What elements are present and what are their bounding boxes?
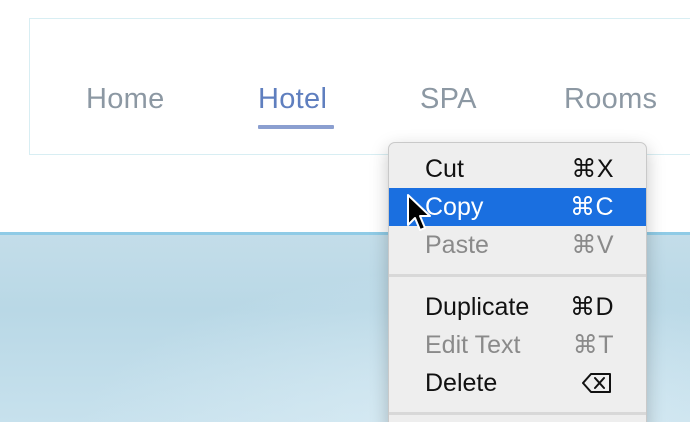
menu-item-shortcut: ⌘V — [571, 231, 614, 259]
menu-item-cut[interactable]: Cut ⌘X — [389, 150, 646, 188]
menu-item-label: Duplicate — [425, 293, 530, 321]
delete-key-icon — [582, 373, 611, 393]
nav-item-home[interactable]: Home — [86, 82, 165, 116]
page: Home Hotel SPA Rooms Cut ⌘X Copy ⌘C Past… — [0, 0, 690, 422]
menu-item-label: Edit Text — [425, 331, 521, 359]
menu-item-shortcut: ⌘T — [572, 331, 614, 359]
nav-item-spa[interactable]: SPA — [420, 82, 477, 116]
active-tab-underline — [258, 125, 334, 129]
menu-item-edit-text: Edit Text ⌘T — [389, 326, 646, 364]
nav-item-hotel[interactable]: Hotel — [258, 82, 327, 116]
nav-item-rooms[interactable]: Rooms — [564, 82, 657, 116]
menu-separator — [389, 412, 646, 415]
menu-separator — [389, 274, 646, 277]
arrow-cursor-icon — [407, 194, 431, 231]
menu-item-duplicate[interactable]: Duplicate ⌘D — [389, 288, 646, 326]
menu-item-label: Cut — [425, 155, 464, 183]
menu-item-shortcut: ⌘X — [571, 155, 614, 183]
menu-item-shortcut: ⌘C — [569, 193, 614, 221]
menu-item-label: Delete — [425, 369, 498, 397]
menu-item-shortcut: ⌘D — [569, 293, 614, 321]
context-menu: Cut ⌘X Copy ⌘C Paste ⌘V Duplicate ⌘D Edi… — [388, 142, 647, 422]
menu-item-delete[interactable]: Delete — [389, 364, 646, 402]
